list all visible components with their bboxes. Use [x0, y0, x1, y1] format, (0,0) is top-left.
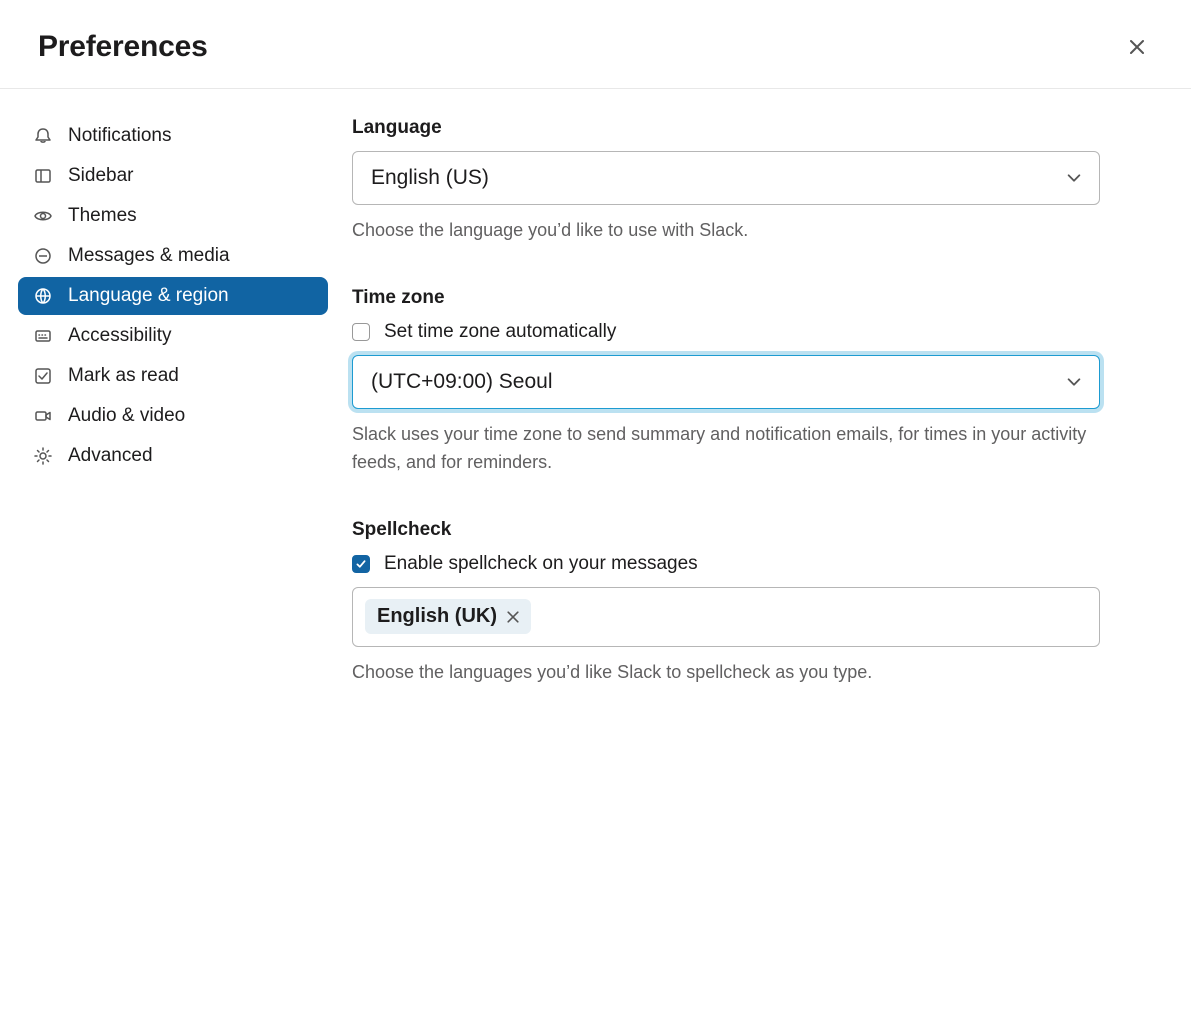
spellcheck-languages-input[interactable]: English (UK) [352, 587, 1100, 647]
sidebar-item-label: Audio & video [68, 405, 185, 427]
sidebar-item-label: Themes [68, 205, 137, 227]
sidebar-item-audio-video[interactable]: Audio & video [18, 397, 328, 435]
spellcheck-title: Spellcheck [352, 519, 1100, 541]
sidebar-item-accessibility[interactable]: Accessibility [18, 317, 328, 355]
sidebar-item-label: Accessibility [68, 325, 171, 347]
sidebar-item-sidebar[interactable]: Sidebar [18, 157, 328, 195]
page-title: Preferences [38, 30, 208, 64]
chevron-down-icon [1065, 169, 1083, 187]
chevron-down-icon [1065, 373, 1083, 391]
preferences-sidebar: Notifications Sidebar Themes Messages & … [18, 117, 328, 729]
spellcheck-token-remove-button[interactable] [505, 609, 521, 625]
spellcheck-enable-row[interactable]: Enable spellcheck on your messages [352, 553, 1100, 575]
timezone-select[interactable]: (UTC+09:00) Seoul [352, 355, 1100, 409]
timezone-auto-checkbox[interactable] [352, 323, 370, 341]
timezone-help-text: Slack uses your time zone to send summar… [352, 421, 1100, 477]
language-select[interactable]: English (US) [352, 151, 1100, 205]
spellcheck-enable-checkbox[interactable] [352, 555, 370, 573]
timezone-section: Time zone Set time zone automatically (U… [352, 287, 1100, 477]
preferences-content: Language English (US) Choose the languag… [328, 117, 1148, 729]
timezone-select-value: (UTC+09:00) Seoul [371, 370, 553, 393]
close-icon [505, 613, 521, 628]
spellcheck-language-token-label: English (UK) [377, 605, 497, 628]
spellcheck-section: Spellcheck Enable spellcheck on your mes… [352, 519, 1100, 687]
sidebar-item-label: Messages & media [68, 245, 230, 267]
sidebar-item-label: Sidebar [68, 165, 134, 187]
timezone-title: Time zone [352, 287, 1100, 309]
sidebar-item-advanced[interactable]: Advanced [18, 437, 328, 475]
spellcheck-enable-label: Enable spellcheck on your messages [384, 553, 698, 575]
check-square-icon [32, 365, 54, 387]
video-icon [32, 405, 54, 427]
eye-icon [32, 205, 54, 227]
sidebar-item-label: Notifications [68, 125, 172, 147]
sidebar-item-themes[interactable]: Themes [18, 197, 328, 235]
chat-icon [32, 245, 54, 267]
layout-icon [32, 165, 54, 187]
language-section: Language English (US) Choose the languag… [352, 117, 1100, 245]
timezone-auto-row[interactable]: Set time zone automatically [352, 321, 1100, 343]
gear-icon [32, 445, 54, 467]
sidebar-item-label: Advanced [68, 445, 153, 467]
preferences-header: Preferences [0, 0, 1191, 89]
language-help-text: Choose the language you’d like to use wi… [352, 217, 1100, 245]
sidebar-item-language-region[interactable]: Language & region [18, 277, 328, 315]
sidebar-item-label: Language & region [68, 285, 229, 307]
sidebar-item-label: Mark as read [68, 365, 179, 387]
spellcheck-language-token: English (UK) [365, 599, 531, 634]
spellcheck-help-text: Choose the languages you’d like Slack to… [352, 659, 1100, 687]
sidebar-item-messages-media[interactable]: Messages & media [18, 237, 328, 275]
keyboard-icon [32, 325, 54, 347]
language-select-value: English (US) [371, 166, 489, 189]
sidebar-item-notifications[interactable]: Notifications [18, 117, 328, 155]
globe-icon [32, 285, 54, 307]
timezone-auto-label: Set time zone automatically [384, 321, 616, 343]
sidebar-item-mark-as-read[interactable]: Mark as read [18, 357, 328, 395]
close-icon [1127, 45, 1147, 60]
language-title: Language [352, 117, 1100, 139]
bell-icon [32, 125, 54, 147]
close-button[interactable] [1121, 31, 1153, 63]
